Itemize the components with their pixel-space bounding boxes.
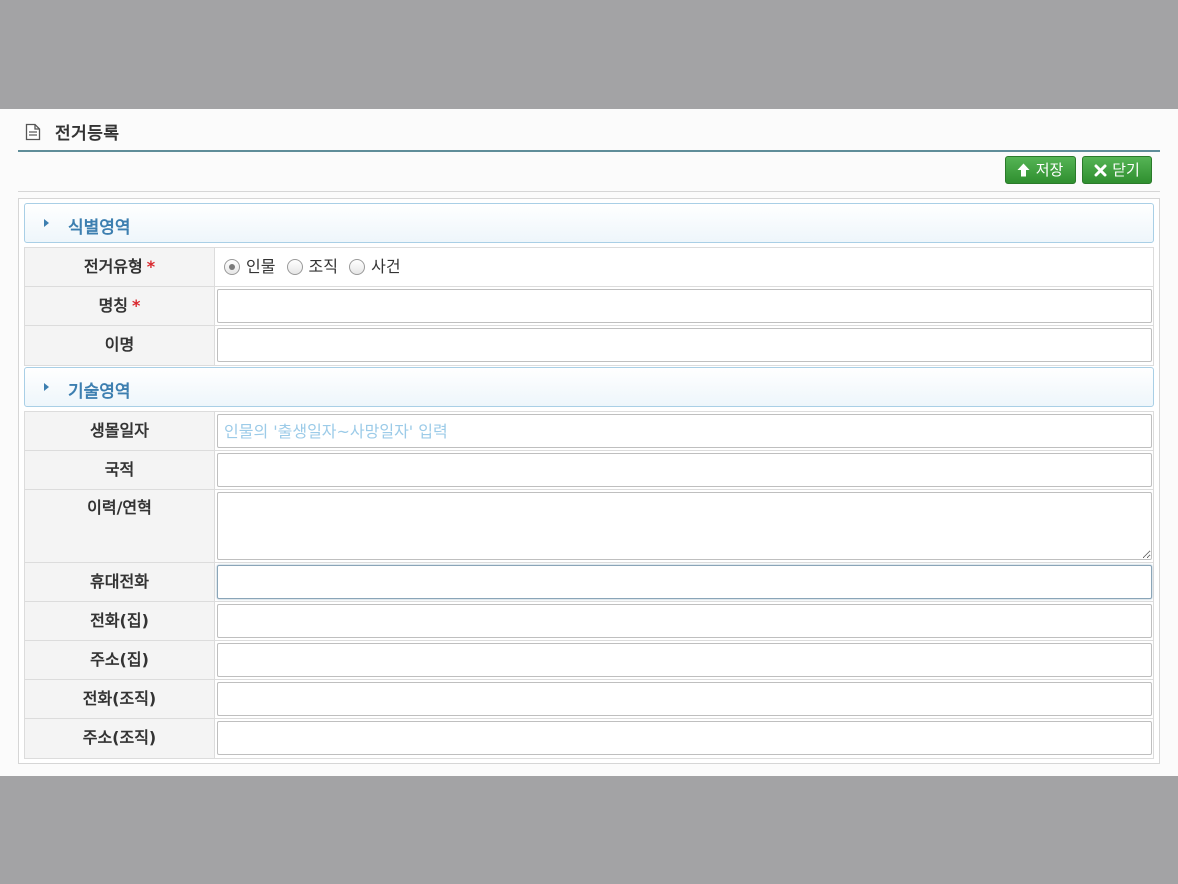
dialog-title-bar: 전거등록 xyxy=(18,109,1160,152)
field-label-name: 명칭 * xyxy=(25,287,215,325)
triangle-right-icon xyxy=(44,383,49,391)
form-row-type: 전거유형 * 인물 조직 사건 xyxy=(25,248,1153,287)
triangle-right-icon xyxy=(44,219,49,227)
field-label-address-org: 주소(조직) xyxy=(25,719,215,758)
document-icon xyxy=(25,123,41,141)
required-mark: * xyxy=(146,257,156,276)
radio-button-checked[interactable] xyxy=(224,259,240,275)
type-radio-group: 인물 조직 사건 xyxy=(224,253,407,277)
phone-org-input[interactable] xyxy=(217,682,1152,716)
identity-fields: 전거유형 * 인물 조직 사건 명칭 * 이명 xyxy=(24,247,1154,366)
address-home-input[interactable] xyxy=(217,643,1152,677)
field-label-history: 이력/연혁 xyxy=(25,490,215,562)
nationality-input[interactable] xyxy=(217,453,1152,487)
form-row-name: 명칭 * xyxy=(25,287,1153,326)
phone-home-input[interactable] xyxy=(217,604,1152,638)
section-title-description: 기술영역 xyxy=(68,382,131,402)
section-header-identity[interactable]: 식별영역 xyxy=(24,203,1154,243)
field-label-type: 전거유형 * xyxy=(25,248,215,286)
form-row-address-org: 주소(조직) xyxy=(25,719,1153,758)
close-x-icon xyxy=(1092,157,1108,183)
field-value-type: 인물 조직 사건 xyxy=(216,248,1153,286)
radio-button[interactable] xyxy=(286,259,303,275)
save-button-label: 저장 xyxy=(1035,161,1064,179)
authority-registration-dialog: 전거등록 저장 닫기 식별영역 전거유형 * 인물 조직 사건 명칭 * 이명 … xyxy=(0,109,1178,776)
close-button[interactable]: 닫기 xyxy=(1082,156,1152,184)
field-label-address-home: 주소(집) xyxy=(25,641,215,679)
history-textarea[interactable] xyxy=(217,492,1152,560)
upload-arrow-icon xyxy=(1016,157,1032,183)
radio-button[interactable] xyxy=(349,259,366,275)
required-mark: * xyxy=(132,296,141,315)
close-button-label: 닫기 xyxy=(1112,161,1140,179)
section-header-description[interactable]: 기술영역 xyxy=(24,367,1154,407)
field-label-mobile: 휴대전화 xyxy=(25,563,215,601)
save-button[interactable]: 저장 xyxy=(1005,156,1076,184)
field-label-phone-home: 전화(집) xyxy=(25,602,215,640)
name-input[interactable] xyxy=(217,289,1152,323)
form-row-nationality: 국적 xyxy=(25,451,1153,490)
form-row-address-home: 주소(집) xyxy=(25,641,1153,680)
form-row-mobile: 휴대전화 xyxy=(25,563,1153,602)
form-row-phone-home: 전화(집) xyxy=(25,602,1153,641)
section-title-identity: 식별영역 xyxy=(68,218,131,238)
dialog-title: 전거등록 xyxy=(55,124,120,144)
field-label-nationality: 국적 xyxy=(25,451,215,489)
alias-input[interactable] xyxy=(217,328,1152,362)
radio-person[interactable]: 인물 xyxy=(224,253,275,277)
field-label-alias: 이명 xyxy=(25,326,215,365)
field-label-phone-org: 전화(조직) xyxy=(25,680,215,718)
form-row-history: 이력/연혁 xyxy=(25,490,1153,563)
address-org-input[interactable] xyxy=(217,721,1152,755)
form-row-phone-org: 전화(조직) xyxy=(25,680,1153,719)
field-label-birth-death: 생몰일자 xyxy=(25,412,215,450)
radio-event[interactable]: 사건 xyxy=(349,253,401,277)
toolbar: 저장 닫기 xyxy=(18,151,1160,192)
radio-organization[interactable]: 조직 xyxy=(286,253,338,277)
form-row-birth-death: 생몰일자 xyxy=(25,412,1153,451)
form-row-alias: 이명 xyxy=(25,326,1153,365)
mobile-input[interactable] xyxy=(217,565,1152,599)
description-fields: 생몰일자 국적 이력/연혁 휴대전화 전화(집) 주소(집) xyxy=(24,411,1154,759)
birth-death-input[interactable] xyxy=(217,414,1152,448)
form-container: 식별영역 전거유형 * 인물 조직 사건 명칭 * 이명 기술영역 생몰일자 인… xyxy=(18,198,1160,764)
